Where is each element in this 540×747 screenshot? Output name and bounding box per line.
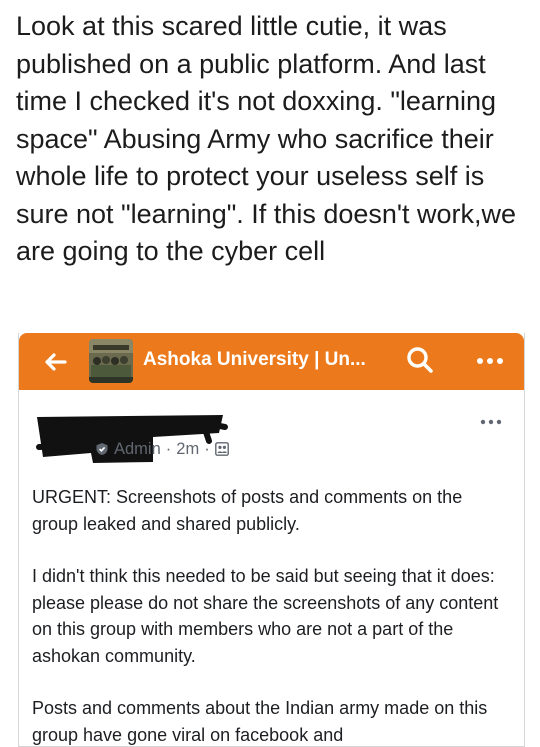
post-timestamp[interactable]: 2m [176, 440, 199, 459]
search-icon[interactable] [404, 344, 436, 376]
facebook-group-screenshot: Ashoka University | Un... Admin · 2m · U… [18, 333, 525, 747]
app-bar: Ashoka University | Un... [19, 333, 524, 390]
meta-separator: · [204, 439, 210, 458]
caption-text: Look at this scared little cutie, it was… [16, 11, 524, 266]
admin-badge-icon [96, 443, 108, 455]
meta-separator: · [165, 439, 172, 458]
post-paragraph: I didn't think this needed to be said bu… [32, 566, 499, 666]
post-meta: Admin · 2m · [95, 438, 229, 460]
author-role-label: Admin [114, 439, 161, 458]
group-name-title[interactable]: Ashoka University | Un... [143, 348, 398, 372]
more-horizontal-icon[interactable] [475, 355, 505, 367]
arrow-left-icon[interactable] [40, 347, 70, 377]
group-members-icon [214, 442, 229, 456]
post-body: URGENT: Screenshots of posts and comment… [32, 484, 512, 746]
post-options-icon[interactable] [480, 418, 502, 426]
post-paragraph: Posts and comments about the Indian army… [32, 698, 488, 745]
group-post: Admin · 2m · URGENT: Screenshots of post… [19, 390, 524, 746]
group-cover-thumbnail[interactable] [89, 339, 133, 383]
post-paragraph: URGENT: Screenshots of posts and comment… [32, 487, 463, 534]
